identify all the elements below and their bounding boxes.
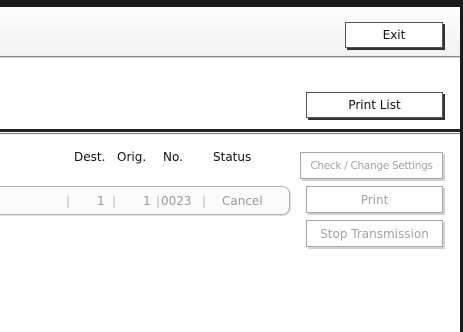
job-list-column-headers: Dest. Orig. No. Status	[0, 150, 290, 170]
print-list-button[interactable]: Print List	[306, 92, 443, 118]
section-divider	[0, 129, 463, 132]
column-header-orig: Orig.	[117, 150, 147, 164]
job-list-row[interactable]: | 1 | 1 | 0023 | Cancel	[0, 186, 290, 215]
check-change-settings-button[interactable]: Check / Change Settings	[300, 152, 443, 179]
cell-separator: |	[66, 194, 71, 208]
job-status-value: Cancel	[222, 194, 263, 208]
cell-separator: |	[112, 194, 117, 208]
job-dest-value: 1	[97, 194, 105, 208]
cell-separator: |	[156, 194, 161, 208]
column-header-status: Status	[213, 150, 252, 164]
cell-separator: |	[202, 194, 207, 208]
stop-transmission-button[interactable]: Stop Transmission	[306, 220, 443, 247]
header-divider	[0, 57, 463, 58]
top-frame-border	[0, 0, 463, 7]
column-header-dest: Dest.	[74, 150, 106, 164]
exit-button[interactable]: Exit	[345, 22, 443, 48]
print-button[interactable]: Print	[306, 186, 443, 213]
section-divider-shadow	[0, 133, 463, 134]
transmission-job-screen: Exit Print List Dest. Orig. No. Status |…	[0, 0, 463, 332]
column-header-no: No.	[163, 150, 183, 164]
job-number-value: 0023	[161, 194, 192, 208]
job-orig-value: 1	[143, 194, 151, 208]
